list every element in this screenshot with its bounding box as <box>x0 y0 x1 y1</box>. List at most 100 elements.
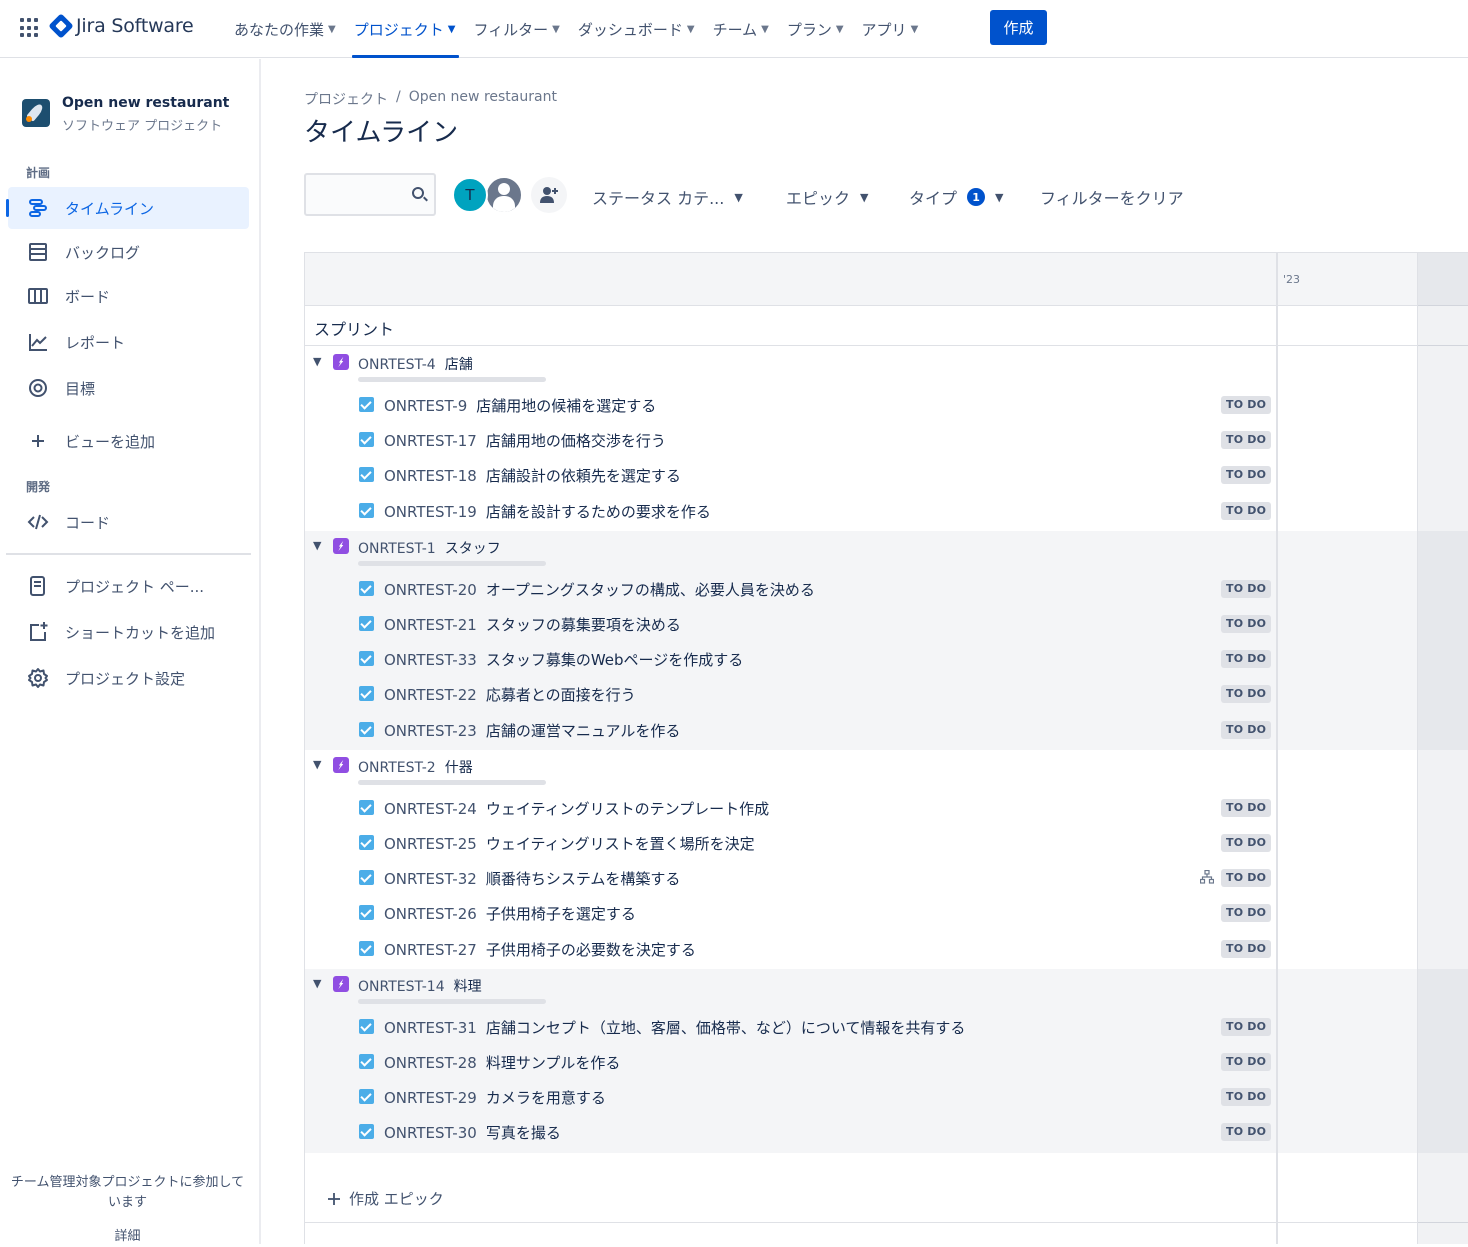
issue-row[interactable]: ONRTEST-27 子供用椅子の必要数を決定する TO DO <box>305 932 1277 967</box>
sidebar-item-timeline[interactable]: タイムライン <box>6 187 249 229</box>
chevron-down-icon[interactable]: ▼ <box>313 539 321 552</box>
epic-row[interactable]: ▼ ONRTEST-14 料理 <box>305 969 1277 1009</box>
status-badge[interactable]: TO DO <box>1221 501 1272 520</box>
issue-title[interactable]: ONRTEST-19 店舗を設計するための要求を作る <box>384 501 711 522</box>
status-badge[interactable]: TO DO <box>1221 431 1272 450</box>
avatar-default-user-icon[interactable] <box>485 176 523 214</box>
issue-row[interactable]: ONRTEST-9 店舗用地の候補を選定する TO DO <box>305 388 1277 423</box>
status-category-filter[interactable]: ステータス カテ... ▼ <box>592 185 743 209</box>
sidebar-item-project-pages[interactable]: プロジェクト ペー... <box>8 565 249 607</box>
issue-row[interactable]: ONRTEST-33 スタッフ募集のWebページを作成する TO DO <box>305 642 1277 677</box>
menu-projects[interactable]: プロジェクト ▼ <box>351 0 466 58</box>
issue-title[interactable]: ONRTEST-20 オープニングスタッフの構成、必要人員を決める <box>384 579 815 600</box>
clear-filters-button[interactable]: フィルターをクリア <box>1040 185 1184 209</box>
issue-title[interactable]: ONRTEST-18 店舗設計の依頼先を選定する <box>384 465 681 486</box>
status-badge[interactable]: TO DO <box>1221 1052 1272 1071</box>
sidebar-item-backlog[interactable]: バックログ <box>8 231 249 273</box>
issue-title[interactable]: ONRTEST-23 店舗の運営マニュアルを作る <box>384 720 680 741</box>
status-badge[interactable]: TO DO <box>1221 685 1272 704</box>
issue-row[interactable]: ONRTEST-30 写真を撮る TO DO <box>305 1115 1277 1150</box>
child-issues-icon[interactable] <box>1200 870 1214 884</box>
issue-title[interactable]: ONRTEST-32 順番待ちシステムを構築する <box>384 868 680 889</box>
status-badge[interactable]: TO DO <box>1221 396 1272 414</box>
sidebar-item-add-view[interactable]: ビューを追加 <box>8 420 249 462</box>
issue-title[interactable]: ONRTEST-21 スタッフの募集要項を決める <box>384 614 681 635</box>
issue-title[interactable]: ONRTEST-28 料理サンプルを作る <box>384 1052 620 1073</box>
jira-logo[interactable]: Jira Software <box>48 13 194 39</box>
status-badge[interactable]: TO DO <box>1221 466 1272 485</box>
issue-row[interactable]: ONRTEST-20 オープニングスタッフの構成、必要人員を決める TO DO <box>305 572 1277 607</box>
sidebar-item-project-settings[interactable]: プロジェクト設定 <box>8 657 249 699</box>
issue-row[interactable]: ONRTEST-17 店舗用地の価格交渉を行う TO DO <box>305 423 1277 458</box>
issue-row[interactable]: ONRTEST-28 料理サンプルを作る TO DO <box>305 1045 1277 1080</box>
issue-row[interactable]: ONRTEST-31 店舗コンセプト（立地、客層、価格帯、など）について情報を共有… <box>305 1010 1277 1045</box>
issue-row[interactable]: ONRTEST-21 スタッフの募集要項を決める TO DO <box>305 607 1277 642</box>
epic-row[interactable]: ▼ ONRTEST-2 什器 <box>305 750 1277 790</box>
project-header[interactable]: Open new restaurant ソフトウェア プロジェクト <box>22 95 229 134</box>
chevron-down-icon[interactable]: ▼ <box>313 977 321 990</box>
status-badge[interactable]: TO DO <box>1221 614 1272 633</box>
epic-row[interactable]: ▼ ONRTEST-4 店舗 <box>305 347 1277 387</box>
search-input[interactable] <box>304 173 436 216</box>
issue-title[interactable]: ONRTEST-33 スタッフ募集のWebページを作成する <box>384 649 743 670</box>
menu-apps[interactable]: アプリ ▼ <box>862 0 929 58</box>
epic-title[interactable]: ONRTEST-14 料理 <box>358 976 482 996</box>
issue-row[interactable]: ONRTEST-25 ウェイティングリストを置く場所を決定 TO DO <box>305 826 1277 861</box>
issue-row[interactable]: ONRTEST-22 応募者との面接を行う TO DO <box>305 677 1277 712</box>
issue-row[interactable]: ONRTEST-32 順番待ちシステムを構築する TO DO <box>305 861 1277 896</box>
issue-row[interactable]: ONRTEST-26 子供用椅子を選定する TO DO <box>305 896 1277 931</box>
create-epic-button[interactable]: 作成 エピック <box>327 1188 444 1209</box>
issue-title[interactable]: ONRTEST-22 応募者との面接を行う <box>384 684 636 705</box>
chevron-down-icon[interactable]: ▼ <box>313 355 321 368</box>
issue-row[interactable]: ONRTEST-29 カメラを用意する TO DO <box>305 1080 1277 1115</box>
issue-title[interactable]: ONRTEST-29 カメラを用意する <box>384 1087 606 1108</box>
issue-title[interactable]: ONRTEST-31 店舗コンセプト（立地、客層、価格帯、など）について情報を共有… <box>384 1017 965 1038</box>
issue-row[interactable]: ONRTEST-24 ウェイティングリストのテンプレート作成 TO DO <box>305 791 1277 826</box>
issue-title[interactable]: ONRTEST-27 子供用椅子の必要数を決定する <box>384 939 696 960</box>
type-filter[interactable]: タイプ 1 ▼ <box>909 185 1003 209</box>
menu-plans[interactable]: プラン ▼ <box>787 0 854 58</box>
epic-filter[interactable]: エピック ▼ <box>786 185 868 209</box>
add-people-button[interactable] <box>531 177 567 213</box>
learn-more-link[interactable]: 詳細 <box>0 1227 255 1247</box>
status-badge[interactable]: TO DO <box>1221 939 1272 958</box>
menu-teams[interactable]: チーム ▼ <box>713 0 779 58</box>
status-badge[interactable]: TO DO <box>1221 1017 1272 1036</box>
breadcrumb-projects[interactable]: プロジェクト <box>304 89 388 109</box>
sidebar-item-code[interactable]: コード <box>8 501 249 543</box>
sidebar-item-goals[interactable]: 目標 <box>8 367 249 409</box>
status-badge[interactable]: TO DO <box>1221 1088 1272 1107</box>
issue-title[interactable]: ONRTEST-17 店舗用地の価格交渉を行う <box>384 430 666 451</box>
issue-title[interactable]: ONRTEST-30 写真を撮る <box>384 1122 561 1143</box>
status-badge[interactable]: TO DO <box>1221 833 1272 852</box>
epic-title[interactable]: ONRTEST-2 什器 <box>358 757 473 777</box>
status-badge[interactable]: TO DO <box>1221 904 1272 923</box>
menu-your-work[interactable]: あなたの作業 ▼ <box>234 0 346 58</box>
issue-title[interactable]: ONRTEST-25 ウェイティングリストを置く場所を決定 <box>384 833 755 854</box>
status-badge[interactable]: TO DO <box>1221 798 1272 817</box>
issue-title[interactable]: ONRTEST-24 ウェイティングリストのテンプレート作成 <box>384 798 769 819</box>
status-badge[interactable]: TO DO <box>1221 1123 1272 1142</box>
sidebar-item-reports[interactable]: レポート <box>8 321 249 363</box>
status-badge[interactable]: TO DO <box>1221 650 1272 669</box>
status-badge[interactable]: TO DO <box>1221 579 1272 598</box>
issue-row[interactable]: ONRTEST-19 店舗を設計するための要求を作る TO DO <box>305 494 1277 529</box>
issue-title[interactable]: ONRTEST-26 子供用椅子を選定する <box>384 903 636 924</box>
create-button[interactable]: 作成 <box>990 10 1047 45</box>
epic-title[interactable]: ONRTEST-4 店舗 <box>358 354 473 374</box>
issue-title[interactable]: ONRTEST-9 店舗用地の候補を選定する <box>384 395 656 416</box>
status-badge[interactable]: TO DO <box>1221 720 1272 739</box>
status-badge[interactable]: TO DO <box>1221 869 1272 888</box>
sidebar-item-add-shortcut[interactable]: ショートカットを追加 <box>8 611 249 653</box>
breadcrumb-project[interactable]: Open new restaurant <box>409 89 557 109</box>
avatar-t[interactable]: T <box>452 177 488 213</box>
issue-row[interactable]: ONRTEST-18 店舗設計の依頼先を選定する TO DO <box>305 458 1277 493</box>
epic-row[interactable]: ▼ ONRTEST-1 スタッフ <box>305 531 1277 571</box>
app-switcher-icon[interactable] <box>20 18 40 38</box>
issue-row[interactable]: ONRTEST-23 店舗の運営マニュアルを作る TO DO <box>305 713 1277 748</box>
chevron-down-icon[interactable]: ▼ <box>313 758 321 771</box>
sidebar-item-board[interactable]: ボード <box>8 275 249 317</box>
menu-filters[interactable]: フィルター ▼ <box>473 0 569 58</box>
list-timeline-divider[interactable] <box>1276 253 1278 1244</box>
menu-dashboards[interactable]: ダッシュボード ▼ <box>578 0 705 58</box>
